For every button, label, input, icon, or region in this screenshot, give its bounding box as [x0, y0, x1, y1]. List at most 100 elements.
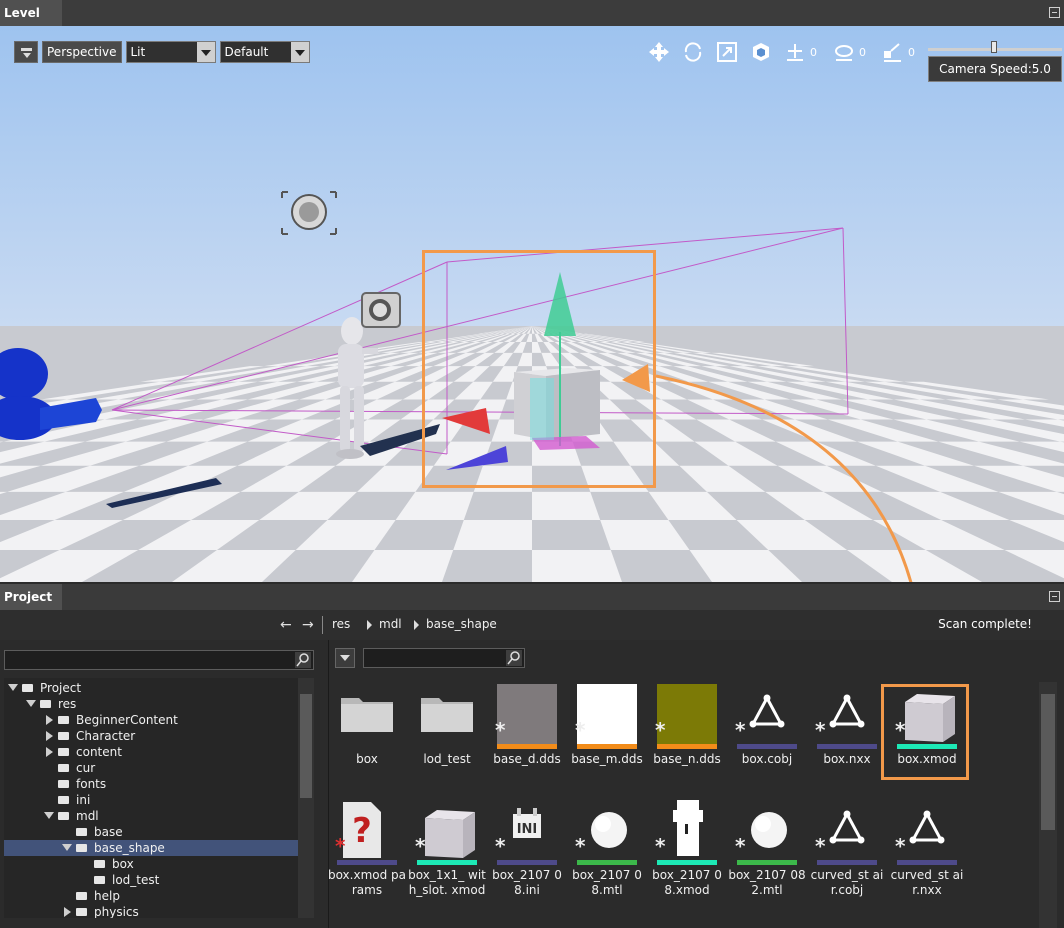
- tree-item[interactable]: cur: [4, 760, 298, 776]
- tree-item[interactable]: res: [4, 696, 298, 712]
- blob-icon: [657, 800, 717, 860]
- tree-item-label: res: [58, 697, 77, 711]
- lighting-select[interactable]: Lit: [125, 41, 216, 63]
- file-item[interactable]: * box_2107 082.mtl: [728, 800, 813, 910]
- pin-icon[interactable]: [1049, 7, 1060, 18]
- tree-scrollbar-thumb[interactable]: [300, 694, 312, 798]
- tree-item[interactable]: help: [4, 888, 298, 904]
- file-search-input[interactable]: [363, 648, 525, 668]
- file-grid-pane: box lod_test * base_d.dds * base_m.dds * base_n…: [328, 640, 1064, 928]
- file-item[interactable]: * base_n.dds: [653, 684, 733, 794]
- move-tool-icon[interactable]: [646, 40, 672, 64]
- collapsed-arrow-icon[interactable]: [64, 907, 71, 917]
- tree-item[interactable]: box: [4, 856, 298, 872]
- file-item[interactable]: lod_test: [413, 684, 493, 794]
- scale-snap-icon[interactable]: [880, 40, 906, 64]
- move-snap-icon[interactable]: [782, 40, 808, 64]
- folder-icon: [417, 684, 477, 744]
- file-name: box_2107 082.mtl: [728, 868, 806, 897]
- tree-item[interactable]: fonts: [4, 776, 298, 792]
- search-icon[interactable]: [506, 650, 522, 666]
- tree-item-label: physics: [94, 905, 139, 918]
- folder-icon: [58, 716, 69, 724]
- tree-item[interactable]: content: [4, 744, 298, 760]
- perspective-button[interactable]: Perspective: [42, 41, 122, 63]
- expanded-arrow-icon[interactable]: [62, 844, 72, 851]
- project-panel: Project ← → res mdl base_shape Scan comp…: [0, 584, 1064, 928]
- folder-icon: [76, 908, 87, 916]
- file-item[interactable]: ? * box.xmod params: [328, 800, 413, 910]
- tree-scrollbar[interactable]: [298, 678, 314, 918]
- collapsed-arrow-icon[interactable]: [46, 731, 53, 741]
- file-type-bar: [577, 860, 637, 865]
- file-item[interactable]: * box_2107 08.mtl: [572, 800, 653, 910]
- expanded-arrow-icon[interactable]: [44, 812, 54, 819]
- reflection-probe-icon[interactable]: [361, 292, 401, 328]
- rotate-snap-icon[interactable]: [831, 40, 857, 64]
- tab-project[interactable]: Project: [0, 584, 62, 610]
- tree-item-label: BeginnerContent: [76, 713, 178, 727]
- file-item[interactable]: * base_m.dds: [571, 684, 653, 794]
- file-name: box_2107 08.xmod: [652, 868, 722, 897]
- folder-icon: [58, 764, 69, 772]
- tree-item[interactable]: Project: [4, 680, 298, 696]
- level-viewport[interactable]: Perspective Lit Default 0 0 0 Camera Spe…: [0, 26, 1064, 582]
- viewport-menu-icon[interactable]: [14, 41, 38, 63]
- tree-item[interactable]: base: [4, 824, 298, 840]
- preset-select[interactable]: Default: [219, 41, 310, 63]
- swatch-icon: [657, 684, 717, 744]
- tree-item[interactable]: physics: [4, 904, 298, 918]
- folder-icon: [40, 700, 51, 708]
- world-space-icon[interactable]: [748, 40, 774, 64]
- file-type-bar: [657, 744, 717, 749]
- tree-item[interactable]: lod_test: [4, 872, 298, 888]
- file-scrollbar-thumb[interactable]: [1041, 694, 1055, 830]
- modified-star-icon: *: [655, 718, 666, 742]
- file-item[interactable]: INI * box_2107 08.ini: [492, 800, 573, 910]
- collapsed-arrow-icon[interactable]: [46, 747, 53, 757]
- tab-level[interactable]: Level: [0, 0, 62, 26]
- tree-item[interactable]: base_shape: [4, 840, 298, 856]
- tree-item[interactable]: mdl: [4, 808, 298, 824]
- filter-dropdown[interactable]: [335, 648, 355, 668]
- file-item[interactable]: * base_d.dds: [493, 684, 573, 794]
- breadcrumb-mdl[interactable]: mdl: [379, 617, 402, 631]
- tree-item-label: base_shape: [94, 841, 165, 855]
- breadcrumb-res[interactable]: res: [332, 617, 350, 631]
- file-item[interactable]: * box_1x1_ with_slot. xmod: [408, 800, 493, 910]
- tree-item[interactable]: ini: [4, 792, 298, 808]
- tree-item[interactable]: BeginnerContent: [4, 712, 298, 728]
- file-item[interactable]: * curved_st air.cobj: [811, 800, 893, 910]
- floor-tile: [532, 491, 601, 520]
- search-icon[interactable]: [295, 652, 311, 668]
- file-item[interactable]: * box_2107 08.xmod: [652, 800, 733, 910]
- sphere-icon: [737, 800, 797, 860]
- file-item[interactable]: box: [333, 684, 413, 794]
- file-item[interactable]: * curved_st air.nxx: [891, 800, 973, 910]
- tree-item[interactable]: Character: [4, 728, 298, 744]
- tree-search-input[interactable]: [4, 650, 314, 670]
- collapsed-arrow-icon[interactable]: [46, 715, 53, 725]
- divider: [322, 616, 323, 634]
- chevron-down-icon[interactable]: [196, 42, 215, 62]
- sphere-icon: [577, 800, 637, 860]
- camera-speed-knob[interactable]: [991, 41, 997, 53]
- expanded-arrow-icon[interactable]: [26, 700, 36, 707]
- breadcrumb-base-shape[interactable]: base_shape: [426, 617, 497, 631]
- pin-icon[interactable]: [1049, 591, 1060, 602]
- modified-star-icon: *: [735, 834, 746, 858]
- tree-item-label: box: [112, 857, 134, 871]
- file-item[interactable]: * box.cobj: [733, 684, 813, 794]
- rotate-tool-icon[interactable]: [680, 40, 706, 64]
- forward-arrow-icon[interactable]: →: [302, 617, 314, 633]
- folder-tree-pane: Project res BeginnerContent Character conten…: [0, 640, 322, 928]
- expanded-arrow-icon[interactable]: [8, 684, 18, 691]
- folder-icon: [337, 684, 397, 744]
- chevron-down-icon[interactable]: [290, 42, 309, 62]
- back-arrow-icon[interactable]: ←: [280, 617, 292, 633]
- floor-tile: [453, 519, 532, 551]
- file-type-bar: [817, 744, 877, 749]
- scale-tool-icon[interactable]: [714, 40, 740, 64]
- project-header: ← → res mdl base_shape Scan complete!: [0, 610, 1064, 640]
- file-scrollbar[interactable]: [1039, 682, 1057, 928]
